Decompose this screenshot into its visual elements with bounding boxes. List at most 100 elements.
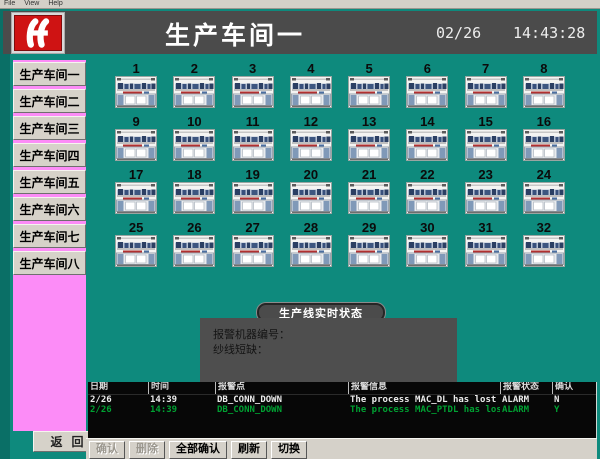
logo-red-square (14, 15, 62, 51)
sidebar-item-workshop-5[interactable]: 生产车间五 (13, 170, 86, 194)
machine-2[interactable]: 2 (173, 62, 215, 115)
machine-1[interactable]: 1 (115, 62, 157, 115)
knitting-machine-icon (290, 129, 332, 161)
menu-item-view[interactable]: View (24, 0, 39, 8)
machine-number-label: 16 (537, 115, 551, 129)
page-title: 生产车间一 (128, 16, 342, 52)
machine-10[interactable]: 10 (173, 115, 215, 168)
toolbar-button-3[interactable]: 全部确认 (169, 441, 227, 459)
knitting-machine-icon (173, 76, 215, 108)
machine-4[interactable]: 4 (290, 62, 332, 115)
knitting-machine-icon (523, 235, 565, 267)
alarm-table-header: 日期时间报警点报警信息报警状态确认 (88, 382, 596, 395)
knitting-machine-icon (465, 76, 507, 108)
machine-28[interactable]: 28 (290, 221, 332, 274)
machine-25[interactable]: 25 (115, 221, 157, 274)
machine-number-label: 14 (420, 115, 434, 129)
machine-14[interactable]: 14 (406, 115, 448, 168)
machine-30[interactable]: 30 (406, 221, 448, 274)
machine-27[interactable]: 27 (232, 221, 274, 274)
menu-bar: File View Help (0, 0, 600, 9)
machine-26[interactable]: 26 (173, 221, 215, 274)
sidebar-item-workshop-2[interactable]: 生产车间二 (13, 89, 86, 113)
knitting-machine-icon (348, 129, 390, 161)
knitting-machine-icon (115, 129, 157, 161)
machine-number-label: 22 (420, 168, 434, 182)
machine-number-label: 27 (245, 221, 259, 235)
machine-23[interactable]: 23 (465, 168, 507, 221)
knitting-machine-icon (523, 76, 565, 108)
alarm-info-panel: 报警机器编号： 纱线短缺： (200, 318, 457, 383)
machine-7[interactable]: 7 (465, 62, 507, 115)
machine-11[interactable]: 11 (232, 115, 274, 168)
knitting-machine-icon (465, 235, 507, 267)
sidebar-item-workshop-7[interactable]: 生产车间七 (13, 224, 86, 248)
knitting-machine-icon (173, 129, 215, 161)
machine-number-label: 3 (249, 62, 256, 76)
alarm-column-header: 确认 (552, 382, 596, 394)
machine-number-label: 13 (362, 115, 376, 129)
header-clock: 14:43:28 (513, 24, 585, 42)
knitting-machine-icon (232, 76, 274, 108)
machine-19[interactable]: 19 (232, 168, 274, 221)
alarm-cell: 14:39 (148, 395, 215, 405)
alarm-column-header: 时间 (148, 382, 215, 394)
machine-number-label: 29 (362, 221, 376, 235)
knitting-machine-icon (290, 182, 332, 214)
company-logo (11, 12, 65, 54)
machine-31[interactable]: 31 (465, 221, 507, 274)
sidebar-item-workshop-4[interactable]: 生产车间四 (13, 143, 86, 167)
alarm-row-2[interactable]: 2/2614:39DB_CONN_DOWNThe process MAC_PTD… (88, 405, 596, 415)
machine-number-label: 17 (129, 168, 143, 182)
alarm-cell: ALARM (500, 405, 552, 415)
knitting-machine-icon (406, 235, 448, 267)
sidebar-item-workshop-1[interactable]: 生产车间一 (13, 62, 86, 86)
machine-32[interactable]: 32 (523, 221, 565, 274)
knitting-machine-icon (465, 182, 507, 214)
alarm-row-1[interactable]: 2/2614:39DB_CONN_DOWNThe process MAC_DL … (88, 395, 596, 405)
knitting-machine-icon (290, 76, 332, 108)
toolbar-button-5[interactable]: 切换 (271, 441, 307, 459)
machine-number-label: 10 (187, 115, 201, 129)
machine-13[interactable]: 13 (348, 115, 390, 168)
knitting-machine-icon (523, 129, 565, 161)
yarn-shortage-label: 纱线短缺： (213, 343, 457, 358)
machine-20[interactable]: 20 (290, 168, 332, 221)
machine-29[interactable]: 29 (348, 221, 390, 274)
alarm-cell: 2/26 (88, 405, 148, 415)
machine-18[interactable]: 18 (173, 168, 215, 221)
machine-3[interactable]: 3 (232, 62, 274, 115)
menu-item-help[interactable]: Help (48, 0, 62, 8)
machine-number-label: 8 (540, 62, 547, 76)
knitting-machine-icon (523, 182, 565, 214)
machine-22[interactable]: 22 (406, 168, 448, 221)
bottom-toolbar: 确认删除全部确认刷新切换 (86, 438, 597, 459)
alarm-cell: DB_CONN_DOWN (215, 395, 348, 405)
alarm-table: 日期时间报警点报警信息报警状态确认 2/2614:39DB_CONN_DOWNT… (88, 382, 597, 440)
machine-number-label: 28 (304, 221, 318, 235)
sidebar-item-workshop-6[interactable]: 生产车间六 (13, 197, 86, 221)
knitting-machine-icon (115, 76, 157, 108)
machine-24[interactable]: 24 (523, 168, 565, 221)
knitting-machine-icon (232, 235, 274, 267)
machine-8[interactable]: 8 (523, 62, 565, 115)
sidebar-item-workshop-8[interactable]: 生产车间八 (13, 251, 86, 275)
alarm-machine-number-label: 报警机器编号： (213, 328, 457, 343)
machine-number-label: 6 (424, 62, 431, 76)
toolbar-button-4[interactable]: 刷新 (231, 441, 267, 459)
machine-12[interactable]: 12 (290, 115, 332, 168)
knitting-machine-icon (290, 235, 332, 267)
knitting-machine-icon (173, 235, 215, 267)
menu-item-file[interactable]: File (4, 0, 15, 8)
machine-number-label: 24 (537, 168, 551, 182)
sidebar-item-workshop-3[interactable]: 生产车间三 (13, 116, 86, 140)
machine-17[interactable]: 17 (115, 168, 157, 221)
alarm-column-header: 报警点 (215, 382, 348, 394)
machine-15[interactable]: 15 (465, 115, 507, 168)
toolbar-button-2: 删除 (129, 441, 165, 459)
machine-16[interactable]: 16 (523, 115, 565, 168)
machine-5[interactable]: 5 (348, 62, 390, 115)
machine-6[interactable]: 6 (406, 62, 448, 115)
machine-9[interactable]: 9 (115, 115, 157, 168)
machine-21[interactable]: 21 (348, 168, 390, 221)
